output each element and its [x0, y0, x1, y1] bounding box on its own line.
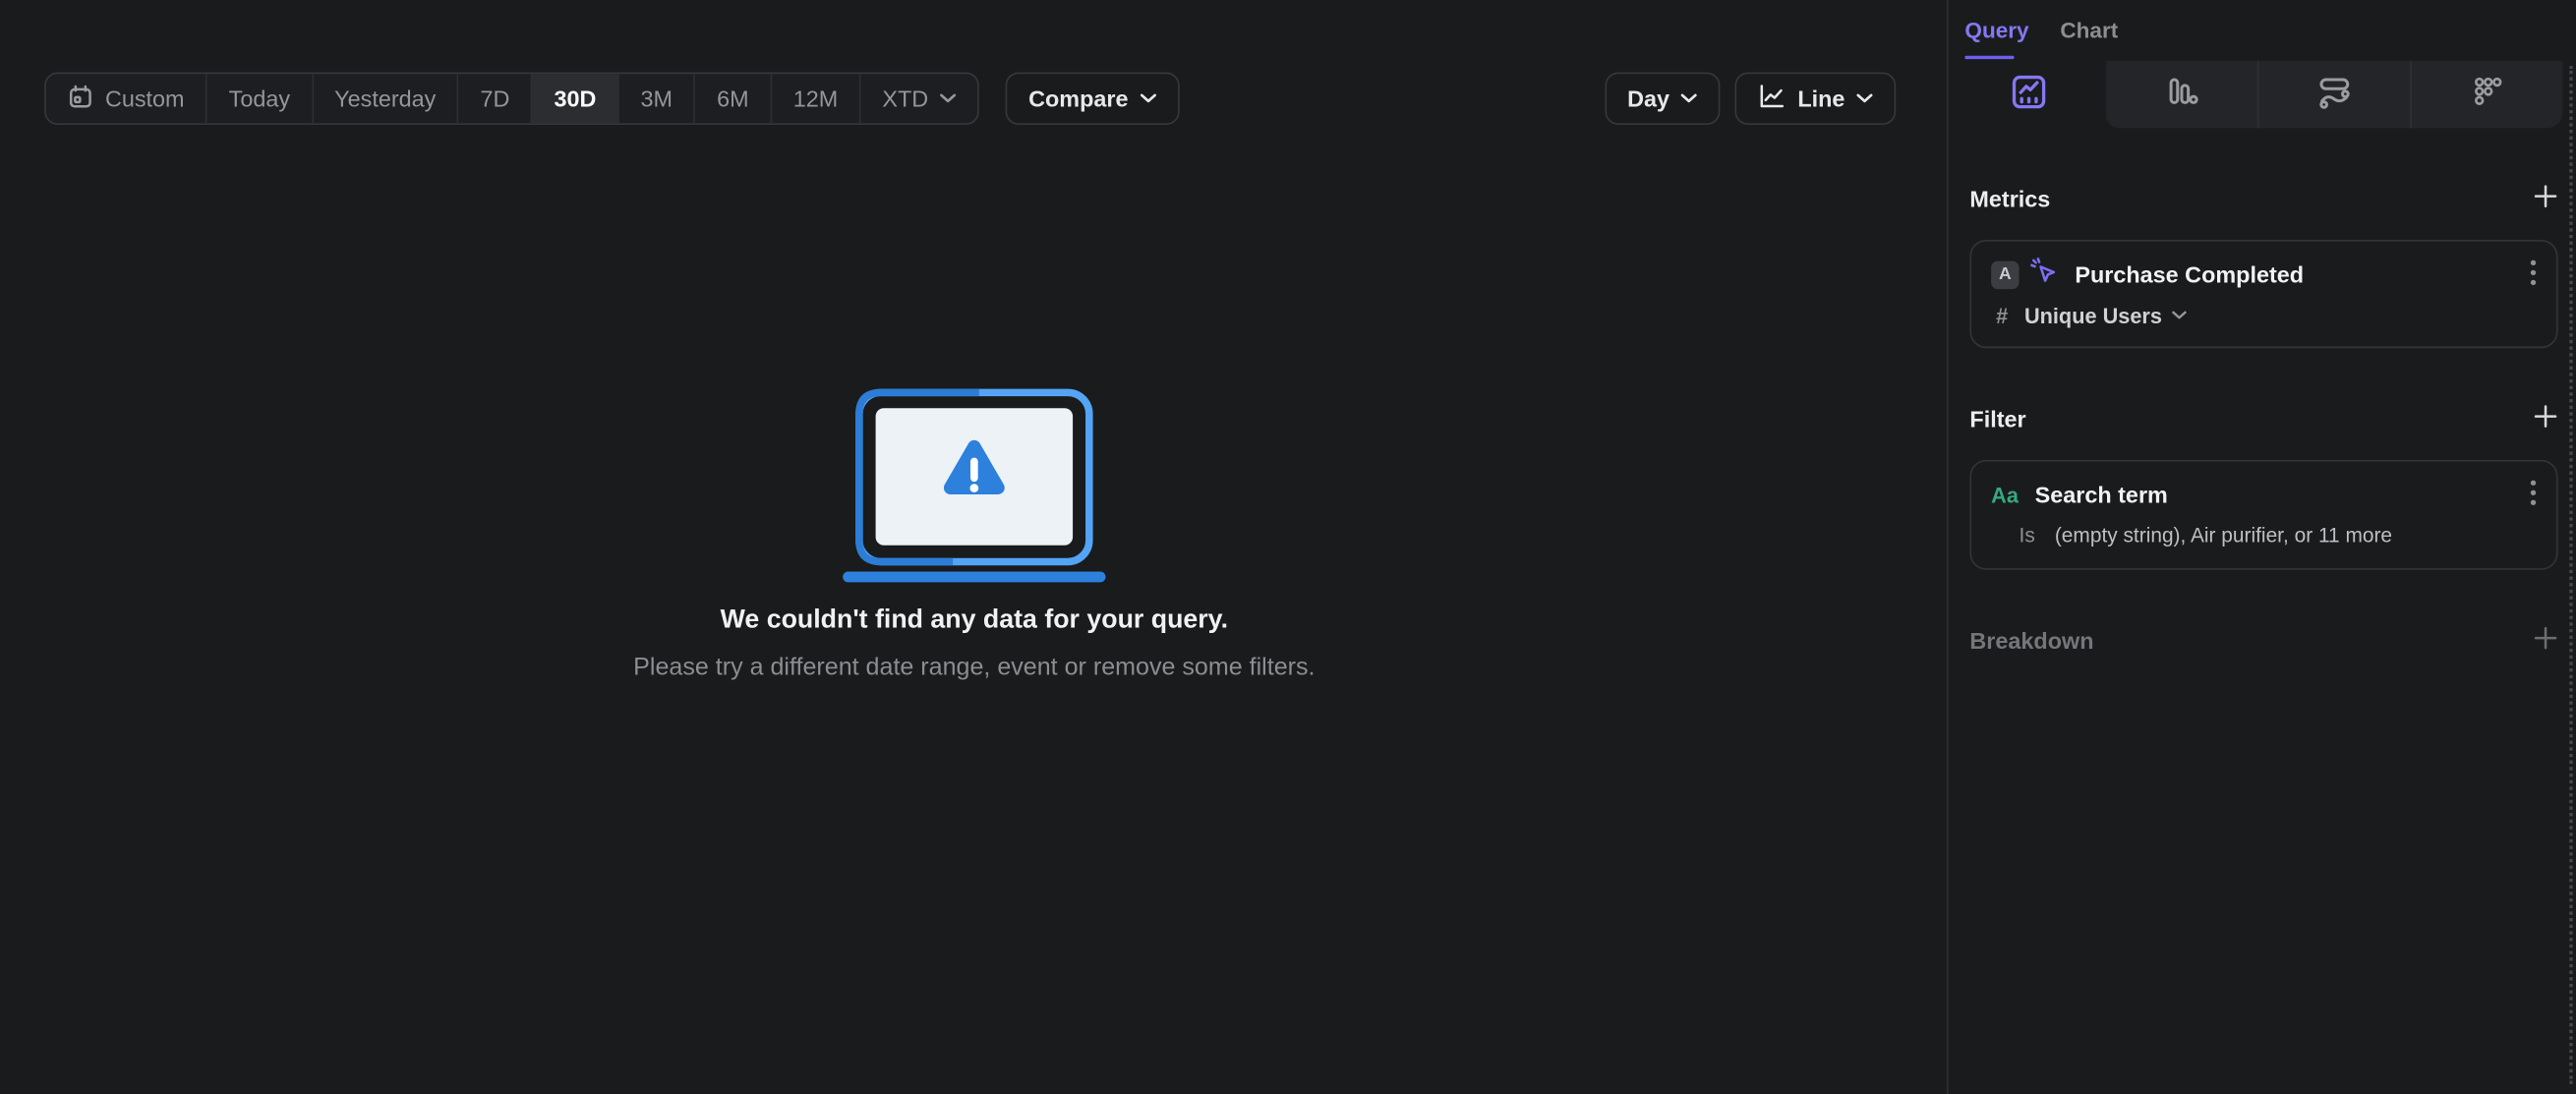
event-cursor-icon — [2029, 256, 2059, 293]
range-7d-button[interactable]: 7D — [457, 74, 531, 124]
kebab-icon — [2530, 479, 2537, 510]
range-label: XTD — [882, 85, 929, 112]
range-custom-button[interactable]: Custom — [46, 74, 205, 123]
add-filter-button[interactable] — [2534, 404, 2558, 433]
compare-button[interactable]: Compare — [1005, 72, 1180, 125]
chevron-down-icon — [1140, 93, 1156, 103]
date-toolbar: Custom Today Yesterday 7D 30D 3M 6M 12M … — [44, 72, 1180, 125]
add-metric-button[interactable] — [2534, 184, 2558, 213]
metrics-section-header: Metrics — [1969, 182, 2557, 214]
main-canvas: Custom Today Yesterday 7D 30D 3M 6M 12M … — [0, 0, 1949, 1094]
date-range-segmented-control: Custom Today Yesterday 7D 30D 3M 6M 12M … — [44, 72, 979, 125]
empty-state-subtitle: Please try a different date range, event… — [633, 654, 1316, 682]
filter-condition-row: Is (empty string), Air purifier, or 11 m… — [1991, 524, 2537, 550]
range-label: Custom — [104, 85, 185, 112]
range-label: Today — [228, 85, 291, 112]
add-breakdown-button[interactable] — [2534, 626, 2558, 656]
breakdown-section-header: Breakdown — [1969, 624, 2557, 657]
range-label: 12M — [792, 85, 839, 112]
flows-tab[interactable] — [2256, 60, 2410, 129]
metric-row: A Purchase Completed — [1991, 256, 2537, 293]
filter-row: Aa Search term — [1991, 478, 2537, 510]
inactive-tab-strip — [2106, 60, 2563, 129]
plus-icon — [2534, 626, 2558, 656]
compare-label: Compare — [1028, 85, 1129, 112]
filter-card[interactable]: Aa Search term Is (empty string), Air pu… — [1969, 459, 2558, 570]
retention-tab-icon — [2469, 74, 2505, 115]
filter-operator[interactable]: Is — [2020, 524, 2035, 547]
chart-controls: Day Line — [1604, 72, 1897, 125]
string-type-badge: Aa — [1991, 482, 2019, 507]
chart-type-dropdown[interactable]: Line — [1734, 72, 1897, 125]
range-label: 7D — [480, 85, 510, 112]
metric-options-button[interactable] — [2530, 259, 2537, 290]
sidebar-scrollbar[interactable] — [2569, 65, 2573, 1084]
warning-laptop-icon — [835, 388, 1114, 594]
range-label: 6M — [717, 85, 749, 112]
insights-tab[interactable] — [1950, 61, 2106, 129]
app-root: Custom Today Yesterday 7D 30D 3M 6M 12M … — [0, 0, 2576, 1094]
flows-tab-icon — [2316, 74, 2353, 115]
calendar-icon — [68, 83, 94, 114]
plus-icon — [2534, 404, 2558, 433]
panel-tabs: Query Chart — [1950, 0, 2576, 61]
kebab-icon — [2530, 259, 2537, 290]
aggregation-symbol: # — [1996, 303, 2009, 328]
filter-options-button[interactable] — [2530, 479, 2537, 510]
range-30d-button[interactable]: 30D — [531, 74, 618, 124]
range-label: Yesterday — [334, 85, 437, 112]
tab-query[interactable]: Query — [1964, 18, 2028, 42]
metric-card[interactable]: A Purchase Completed # Unique Users — [1969, 239, 2558, 349]
interval-dropdown[interactable]: Day — [1604, 72, 1721, 125]
filter-values[interactable]: (empty string), Air purifier, or 11 more — [2055, 524, 2392, 547]
series-letter-badge: A — [1991, 259, 2020, 289]
query-builder: Metrics A Purchase Completed # Unique Us… — [1969, 128, 2558, 657]
breakdown-title: Breakdown — [1969, 627, 2094, 655]
metrics-title: Metrics — [1969, 185, 2051, 212]
chevron-down-icon — [940, 93, 957, 103]
range-label: 3M — [640, 85, 673, 112]
filter-section-header: Filter — [1969, 402, 2557, 434]
tab-chart[interactable]: Chart — [2060, 18, 2118, 42]
range-12m-button[interactable]: 12M — [770, 74, 859, 124]
range-today-button[interactable]: Today — [205, 74, 312, 124]
metric-aggregation-row: # Unique Users — [1991, 302, 2537, 328]
aggregation-label: Unique Users — [2023, 303, 2162, 328]
range-xtd-button[interactable]: XTD — [859, 74, 977, 124]
chevron-down-icon — [1681, 93, 1698, 103]
insights-tab-icon — [2010, 74, 2046, 115]
chevron-down-icon — [2172, 311, 2187, 320]
filter-property-name[interactable]: Search term — [2035, 482, 2521, 508]
chart-type-label: Line — [1797, 85, 1845, 112]
range-6m-button[interactable]: 6M — [693, 74, 771, 124]
active-tab-underline — [1964, 54, 2015, 60]
chevron-down-icon — [1856, 93, 1873, 103]
line-chart-icon — [1758, 83, 1786, 115]
bar-chart-tab-icon — [2164, 74, 2200, 115]
range-label: 30D — [554, 85, 597, 112]
range-yesterday-button[interactable]: Yesterday — [311, 74, 457, 124]
metric-event-name[interactable]: Purchase Completed — [2075, 261, 2520, 288]
view-type-tabs — [1950, 60, 2563, 129]
aggregation-dropdown[interactable]: Unique Users — [2024, 303, 2187, 327]
empty-state: We couldn't find any data for your query… — [0, 387, 1949, 681]
plus-icon — [2534, 184, 2558, 213]
filter-title: Filter — [1969, 405, 2026, 432]
empty-state-title: We couldn't find any data for your query… — [720, 605, 1228, 634]
range-3m-button[interactable]: 3M — [617, 74, 694, 124]
query-panel: Query Chart Metrics A Purchase Completed… — [1950, 0, 2576, 1094]
bar-chart-tab[interactable] — [2106, 61, 2257, 129]
interval-label: Day — [1627, 85, 1669, 112]
retention-tab[interactable] — [2410, 60, 2562, 129]
